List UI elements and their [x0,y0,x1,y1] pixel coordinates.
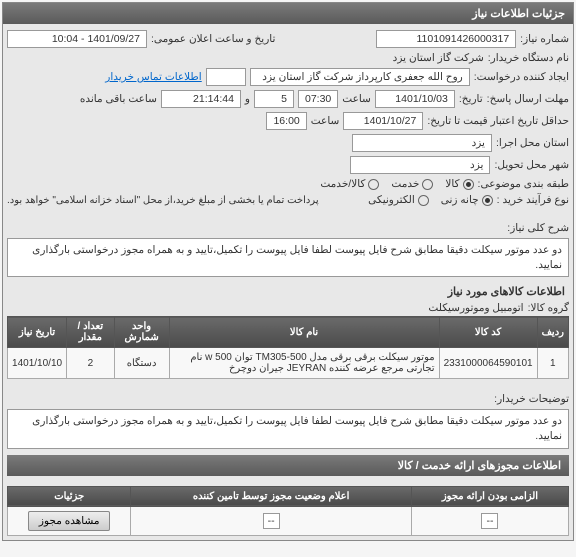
row-min-valid: حداقل تاریخ اعتبار قیمت تا تاریخ: 1401/1… [7,110,569,132]
row-buyer-notes: توضیحات خریدار: دو عدد موتور سیکلت دقیقا… [7,385,569,450]
creator-field: روح الله جعفری کارپرداز شرکت گاز استان ی… [250,68,470,86]
cell-status: -- [131,506,412,535]
deadline-time: 07:30 [298,90,338,108]
th-required: الزامی بودن ارائه مجوز [411,486,568,506]
th-idx: ردیف [537,317,568,348]
radio-electronic-label: الکترونیکی [368,194,415,206]
th-date: تاریخ نیاز [8,317,67,348]
panel-body: شماره نیاز: 1101091426000317 تاریخ و ساع… [3,24,573,540]
exec-place: یزد [352,134,492,152]
licenses-row: -- -- مشاهده مجوز [8,506,569,535]
row-group: گروه کالا: اتومبیل وموتورسیکلت [7,300,569,316]
row-deliv-city: شهر محل تحویل: یزد [7,154,569,176]
status-select[interactable]: -- [263,513,280,529]
radio-icon [463,179,474,190]
deadline-label: مهلت ارسال پاسخ: [487,93,569,105]
th-unit: واحد شمارش [114,317,169,348]
deadline-date-label: تاریخ: [459,93,483,105]
licenses-header-row: الزامی بودن ارائه مجوز اعلام وضعیت مجوز … [8,486,569,506]
licenses-title: اطلاعات مجوزهای ارائه خدمت / کالا [7,455,569,476]
radio-khadamat-label: خدمت [391,178,419,190]
th-qty: تعداد / مقدار [67,317,115,348]
row-buy-type: نوع فرآیند خرید : چانه زنی الکترونیکی پر… [7,192,569,208]
radio-icon [368,179,379,190]
cell-required: -- [411,506,568,535]
view-license-button[interactable]: مشاهده مجوز [28,511,111,531]
table-row: 1 2331000064590101 موتور سیکلت برقی برقی… [8,348,569,379]
radio-both-label: کالا/خدمت [320,178,365,190]
time-left-label: ساعت باقی مانده [80,93,157,105]
buy-type-radios: چانه زنی الکترونیکی [368,194,493,206]
required-select[interactable]: -- [481,513,498,529]
th-code: کد کالا [439,317,537,348]
deadline-date: 1401/10/03 [375,90,455,108]
cell-name: موتور سیکلت برقی برقی مدل TM305-500 توان… [169,348,439,379]
radio-kala[interactable]: کالا [445,178,473,190]
radio-both[interactable]: کالا/خدمت [320,178,379,190]
radio-khadamat[interactable]: خدمت [391,178,433,190]
req-no-label: شماره نیاز: [520,33,569,45]
row-buyer: نام دستگاه خریدار: شرکت گاز استان یزد [7,50,569,66]
cell-idx: 1 [537,348,568,379]
desc-textarea: دو عدد موتور سیکلت دقیقا مطابق شرح فایل … [7,238,569,277]
cell-date: 1401/10/10 [8,348,67,379]
min-valid-label: حداقل تاریخ اعتبار قیمت تا تاریخ: [427,115,569,127]
th-name: نام کالا [169,317,439,348]
exec-place-label: استان محل اجرا: [496,137,569,149]
buyer-value: شرکت گاز استان یزد [393,52,484,64]
licenses-table: الزامی بودن ارائه مجوز اعلام وضعیت مجوز … [7,486,569,536]
group-label: گروه کالا: [528,302,569,314]
radio-icon [422,179,433,190]
days-left-sep: و [245,93,250,105]
cell-unit: دستگاه [114,348,169,379]
row-creator: ایجاد کننده درخواست: روح الله جعفری کارپ… [7,66,569,88]
deliv-city: یزد [350,156,490,174]
radio-icon [418,195,429,206]
goods-info-title: اطلاعات کالاهای مورد نیاز [7,279,569,300]
days-left: 5 [254,90,294,108]
min-valid-time: 16:00 [266,112,306,130]
buy-type-label: نوع فرآیند خرید : [497,194,569,206]
row-deadline: مهلت ارسال پاسخ: تاریخ: 1401/10/03 ساعت … [7,88,569,110]
radio-icon [482,195,493,206]
details-panel: جزئیات اطلاعات نیاز شماره نیاز: 11010914… [2,2,574,541]
deliv-city-label: شهر محل تحویل: [494,159,569,171]
buyer-notes-textarea: دو عدد موتور سیکلت دقیقا مطابق شرح فایل … [7,409,569,448]
th-status: اعلام وضعیت مجوز توسط تامین کننده [131,486,412,506]
creator-label: ایجاد کننده درخواست: [474,71,569,83]
buyer-notes-label: توضیحات خریدار: [489,387,569,405]
row-topic-cat: طبقه بندی موضوعی: کالا خدمت کالا/خدمت [7,176,569,192]
req-no-field: 1101091426000317 [376,30,516,48]
payment-note: پرداخت تمام یا بخشی از مبلغ خرید،از محل … [7,195,319,206]
row-exec-place: استان محل اجرا: یزد [7,132,569,154]
group-value: اتومبیل وموتورسیکلت [428,302,523,314]
radio-kala-label: کالا [445,178,459,190]
table-header-row: ردیف کد کالا نام کالا واحد شمارش تعداد /… [8,317,569,348]
creator-extra [206,68,246,86]
buyer-label: نام دستگاه خریدار: [488,52,569,64]
radio-bargain-label: چانه زنی [441,194,479,206]
th-details: جزئیات [8,486,131,506]
desc-label: شرح کلی نیاز: [499,216,569,234]
cell-details: مشاهده مجوز [8,506,131,535]
contact-link[interactable]: اطلاعات تماس خریدار [105,71,201,83]
min-valid-date: 1401/10/27 [343,112,423,130]
ann-date-label: تاریخ و ساعت اعلان عمومی: [151,33,275,45]
deadline-time-label: ساعت [342,93,371,105]
ann-date-field: 1401/09/27 - 10:04 [7,30,147,48]
topic-cat-radios: کالا خدمت کالا/خدمت [320,178,473,190]
time-left: 21:14:44 [161,90,241,108]
panel-title: جزئیات اطلاعات نیاز [3,3,573,24]
radio-electronic[interactable]: الکترونیکی [368,194,429,206]
topic-cat-label: طبقه بندی موضوعی: [478,178,569,190]
cell-qty: 2 [67,348,115,379]
cell-code: 2331000064590101 [439,348,537,379]
row-desc: شرح کلی نیاز: دو عدد موتور سیکلت دقیقا م… [7,214,569,279]
radio-bargain[interactable]: چانه زنی [441,194,493,206]
goods-table: ردیف کد کالا نام کالا واحد شمارش تعداد /… [7,316,569,379]
min-valid-time-label: ساعت [311,115,340,127]
row-request-number: شماره نیاز: 1101091426000317 تاریخ و ساع… [7,28,569,50]
